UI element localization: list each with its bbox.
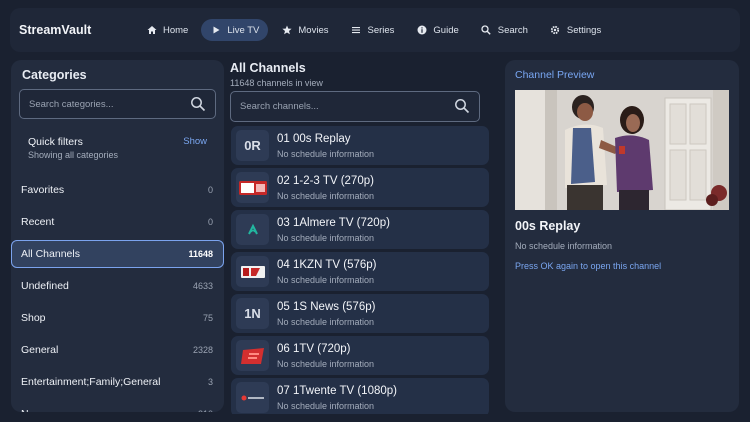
1tv-logo-icon	[240, 347, 264, 364]
category-item[interactable]: Recent 0	[11, 208, 224, 236]
top-nav-bar: StreamVault Home Live TV Movies Series G…	[10, 8, 740, 52]
channel-logo	[236, 256, 269, 287]
gear-icon	[550, 25, 561, 36]
quick-filters-title: Quick filters	[28, 136, 83, 148]
category-search-placeholder: Search categories...	[29, 99, 114, 110]
category-item-selected[interactable]: All Channels 11648	[11, 240, 224, 268]
twente-logo-icon	[241, 395, 264, 400]
nav-home[interactable]: Home	[137, 19, 197, 41]
channel-list-title: All Channels	[230, 61, 306, 75]
channel-preview-panel: Channel Preview 00s Replay No schedule i…	[505, 60, 739, 412]
nav-settings[interactable]: Settings	[541, 19, 610, 41]
info-icon	[416, 25, 427, 36]
nav-search[interactable]: Search	[472, 19, 537, 41]
channel-row[interactable]: 07 1Twente TV (1080p) No schedule inform…	[231, 378, 489, 414]
star-icon	[281, 25, 292, 36]
channel-search-placeholder: Search channels...	[240, 101, 319, 112]
channel-list: 0R 01 00s Replay No schedule information…	[231, 126, 489, 414]
preview-video-frame[interactable]	[515, 90, 729, 210]
preview-channel-name: 00s Replay	[515, 219, 581, 233]
categories-panel: Categories Search categories... Quick fi…	[11, 60, 224, 412]
nav-live-tv[interactable]: Live TV	[201, 19, 269, 41]
channel-logo: 0R	[236, 130, 269, 161]
nav-movies[interactable]: Movies	[272, 19, 337, 41]
channel-logo	[236, 340, 269, 371]
category-search-input[interactable]: Search categories...	[19, 89, 216, 119]
nav-guide[interactable]: Guide	[407, 19, 467, 41]
channel-logo: 1N	[236, 298, 269, 329]
preview-open-hint: Press OK again to open this channel	[515, 261, 662, 271]
category-list: Favorites 0 Recent 0 All Channels 11648 Und…	[11, 176, 224, 412]
almere-logo-icon	[247, 223, 258, 234]
nav-series[interactable]: Series	[341, 19, 403, 41]
play-icon	[210, 25, 221, 36]
categories-title: Categories	[22, 68, 87, 82]
channel-count: 11648 channels in view	[230, 78, 323, 88]
category-item[interactable]: Entertainment;Family;General 3	[11, 368, 224, 396]
quick-filters-show-button[interactable]: Show	[183, 136, 207, 147]
search-icon	[455, 99, 470, 114]
category-item[interactable]: Undefined 4633	[11, 272, 224, 300]
channel-row[interactable]: 02 1-2-3 TV (270p) No schedule informati…	[231, 168, 489, 207]
list-icon	[350, 25, 361, 36]
category-item[interactable]: Favorites 0	[11, 176, 224, 204]
preview-schedule: No schedule information	[515, 241, 613, 251]
preview-scene-image	[515, 90, 729, 210]
channel-row[interactable]: 0R 01 00s Replay No schedule information	[231, 126, 489, 165]
search-icon	[481, 25, 492, 36]
channel-row[interactable]: 04 1KZN TV (576p) No schedule informatio…	[231, 252, 489, 291]
preview-title: Channel Preview	[515, 69, 595, 81]
channel-row[interactable]: 03 1Almere TV (720p) No schedule informa…	[231, 210, 489, 249]
channel-row[interactable]: 06 1TV (720p) No schedule information	[231, 336, 489, 375]
category-item[interactable]: N210	[11, 400, 224, 412]
app-title: StreamVault	[19, 23, 92, 37]
channel-row[interactable]: 1N 05 1S News (576p) No schedule informa…	[231, 294, 489, 333]
channel-logo	[236, 214, 269, 245]
home-icon	[146, 25, 157, 36]
channel-search-input[interactable]: Search channels...	[230, 91, 480, 122]
channel-logo	[236, 172, 269, 203]
category-item[interactable]: General 2328	[11, 336, 224, 364]
123tv-logo-icon	[238, 180, 267, 195]
category-item[interactable]: Shop 75	[11, 304, 224, 332]
main-nav: Home Live TV Movies Series Guide Search …	[137, 19, 610, 41]
quick-filters-subtitle: Showing all categories	[28, 150, 119, 160]
kzn-logo-icon	[240, 265, 265, 278]
search-icon	[191, 97, 206, 112]
channel-logo	[236, 382, 269, 413]
